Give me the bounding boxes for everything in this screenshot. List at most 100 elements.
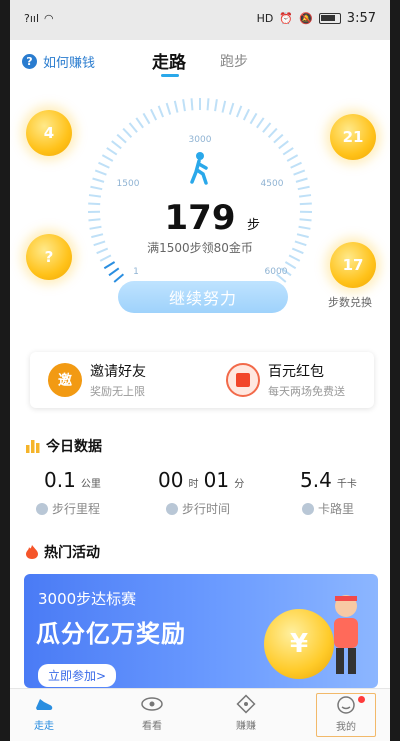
gauge-tick bbox=[150, 108, 158, 121]
tick-label-6000: 6000 bbox=[265, 267, 288, 277]
tab-walk[interactable]: 走路 bbox=[152, 48, 186, 73]
gauge-tick bbox=[122, 127, 133, 138]
gauge-tick bbox=[91, 233, 104, 239]
step-gauge: 3000 1500 4500 1 6000 179 步 满1500步领80金币 bbox=[87, 98, 313, 283]
coin-bubble-3[interactable]: ? bbox=[26, 234, 72, 280]
mute-icon: 🔕 bbox=[299, 12, 313, 25]
gauge-tick bbox=[288, 254, 301, 262]
help-label: 如何赚钱 bbox=[43, 56, 96, 71]
coin-bubble-4[interactable]: 17 bbox=[330, 242, 376, 288]
gauge-tick bbox=[235, 105, 243, 118]
shoe-icon bbox=[33, 693, 55, 715]
gauge-tick bbox=[206, 98, 210, 111]
invite-icon: 邀 bbox=[48, 363, 82, 397]
profile-icon bbox=[335, 694, 357, 716]
notification-dot bbox=[358, 696, 365, 703]
tick-label-1500: 1500 bbox=[117, 179, 140, 189]
invite-subtitle: 奖励无上限 bbox=[90, 385, 145, 398]
red-packet[interactable]: 百元红包 每天两场免费送 bbox=[226, 360, 345, 400]
stat-distance: 0.1 公里 bbox=[44, 468, 101, 492]
gauge-tick bbox=[96, 247, 109, 255]
gauge-tick bbox=[142, 112, 151, 125]
gauge-tick bbox=[295, 177, 308, 183]
gauge-tick bbox=[294, 240, 307, 247]
gauge-tick bbox=[182, 99, 186, 112]
gauge-tick bbox=[99, 254, 112, 262]
gauge-tick bbox=[282, 147, 294, 156]
gauge-tick bbox=[242, 108, 250, 121]
gauge-tick bbox=[88, 202, 101, 206]
gauge-tick bbox=[116, 133, 127, 144]
gauge-tick bbox=[262, 122, 272, 133]
tab-walk-bottom[interactable]: 走走 bbox=[14, 693, 74, 732]
gauge-tick bbox=[128, 122, 138, 133]
invite-friends[interactable]: 邀 邀请好友 奖励无上限 bbox=[48, 360, 146, 400]
banner-line2: 瓜分亿万奖励 bbox=[36, 620, 186, 648]
hd-icon: HD bbox=[256, 12, 274, 25]
walker-icon bbox=[190, 152, 208, 185]
continue-button[interactable]: 继续努力 bbox=[118, 281, 288, 313]
join-now-button[interactable]: 立即参加> bbox=[38, 664, 117, 687]
tab-run[interactable]: 跑步 bbox=[220, 51, 248, 71]
gauge-tick bbox=[106, 147, 118, 156]
hot-events-title: 热门活动 bbox=[26, 542, 100, 562]
location-icon bbox=[36, 502, 48, 515]
gauge-tick bbox=[93, 240, 106, 247]
gauge-tick bbox=[286, 154, 299, 162]
gauge-tick bbox=[228, 102, 235, 115]
tick-label-4500: 4500 bbox=[261, 179, 284, 189]
gauge-tick bbox=[92, 177, 105, 183]
tab-mine[interactable]: 我的 bbox=[316, 693, 376, 737]
help-link[interactable]: ? 如何赚钱 bbox=[22, 52, 95, 71]
invite-title: 邀请好友 bbox=[90, 364, 146, 380]
clock: 3:57 bbox=[346, 11, 376, 26]
gauge-tick bbox=[297, 185, 310, 191]
gauge-tick bbox=[165, 102, 172, 115]
gauge-tick bbox=[190, 98, 194, 111]
gauge-tick bbox=[291, 247, 304, 255]
gauge-tick bbox=[278, 140, 289, 150]
gauge-tick bbox=[173, 100, 179, 113]
event-banner[interactable]: 3000步达标赛 瓜分亿万奖励 立即参加> ¥ bbox=[24, 574, 378, 688]
gauge-tick bbox=[157, 105, 165, 118]
top-nav: ? 如何赚钱 走路 跑步 bbox=[10, 46, 390, 78]
coin-bubble-1[interactable]: 4 bbox=[26, 110, 72, 156]
stat-time: 00 时 01 分 bbox=[158, 468, 245, 492]
gauge-tick bbox=[267, 127, 278, 138]
gauge-tick bbox=[88, 218, 101, 222]
eye-icon bbox=[141, 693, 163, 715]
step-unit: 步 bbox=[247, 218, 260, 233]
gauge-tick bbox=[135, 117, 144, 129]
red-packet-title: 百元红包 bbox=[268, 364, 324, 380]
status-bar: ?ııl ◠ HD ⏰ 🔕 3:57 bbox=[10, 0, 390, 40]
gauge-tick bbox=[89, 225, 102, 230]
promo-card: 邀 邀请好友 奖励无上限 百元红包 每天两场免费送 bbox=[30, 352, 374, 408]
gauge-tick bbox=[299, 202, 312, 206]
gauge-tick bbox=[108, 267, 120, 277]
gauge-tick bbox=[293, 169, 306, 176]
gauge-tick bbox=[256, 117, 265, 129]
tab-earn[interactable]: 赚赚 bbox=[216, 693, 276, 732]
gauge-tick bbox=[290, 161, 302, 169]
flame-icon bbox=[302, 502, 314, 515]
coin-bubble-2[interactable]: 21 bbox=[330, 114, 376, 160]
gauge-tick bbox=[221, 100, 227, 113]
tab-watch[interactable]: 看看 bbox=[122, 693, 182, 732]
signal-icon: ?ııl bbox=[24, 12, 40, 25]
gauge-tick bbox=[103, 261, 116, 270]
clock-icon bbox=[166, 502, 178, 515]
steps-exchange-label[interactable]: 步数兑换 bbox=[328, 294, 372, 310]
red-packet-subtitle: 每天两场免费送 bbox=[268, 385, 345, 398]
time-label: 步行时间 bbox=[166, 500, 230, 517]
distance-label: 步行里程 bbox=[36, 500, 100, 517]
gauge-tick bbox=[98, 161, 110, 169]
gauge-tick bbox=[94, 169, 107, 176]
step-count: 179 bbox=[165, 198, 236, 238]
banner-line1: 3000步达标赛 bbox=[38, 590, 137, 608]
gauge-tick bbox=[298, 194, 312, 198]
today-data-title: 今日数据 bbox=[26, 436, 102, 456]
runner-illustration bbox=[334, 595, 358, 674]
fire-icon bbox=[26, 545, 38, 559]
gauge-tick bbox=[214, 99, 218, 112]
gauge-tick bbox=[249, 112, 258, 125]
